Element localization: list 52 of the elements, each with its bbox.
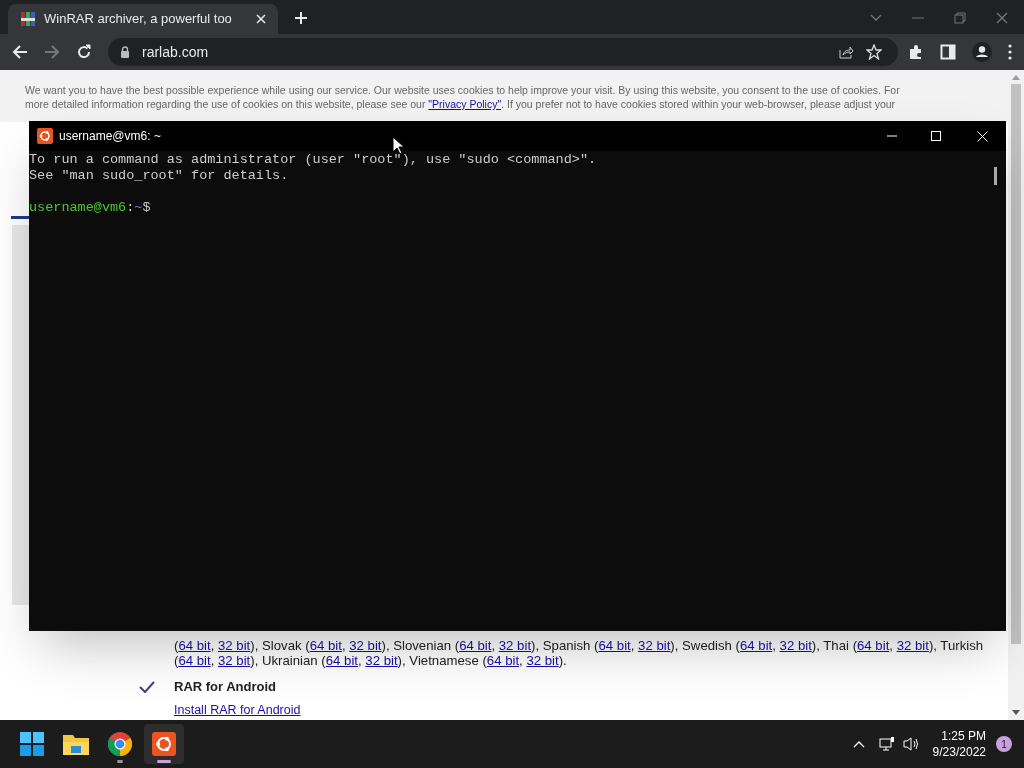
windows-logo-icon (20, 732, 44, 756)
star-icon[interactable] (866, 44, 882, 60)
ubuntu-icon (37, 128, 53, 144)
menu-icon[interactable] (1008, 44, 1012, 60)
terminal-output: See "man sudo_root" for details. (29, 168, 289, 184)
forward-icon[interactable] (44, 44, 60, 60)
download-link[interactable]: 32 bit (498, 638, 532, 653)
network-icon[interactable] (878, 736, 895, 752)
cookie-text: more detailed information regarding the use of cookies on this website, please see our "Privacy Policy". If you prefer not to have cookies stored within your web-browser, please adjust your (25, 97, 896, 111)
profile-icon[interactable] (972, 42, 992, 62)
books-icon (20, 11, 36, 27)
restore-icon[interactable] (954, 12, 966, 24)
install-link[interactable]: Install RAR for Android (174, 700, 301, 720)
cookie-text: We want you to have the best possible experience while using our service. Our website uses cookies to help improve your visit. By using this website, you consent to the use of cookies. For (25, 83, 900, 97)
download-link[interactable]: 32 bit (349, 638, 382, 653)
scroll-down-icon[interactable] (1012, 710, 1020, 716)
speaker-icon[interactable] (902, 736, 921, 752)
notification-badge[interactable]: 1 (996, 736, 1012, 752)
download-link[interactable]: 32 bit (779, 638, 812, 653)
download-link[interactable]: 64 bit (598, 638, 631, 653)
ubuntu-icon (152, 732, 176, 756)
reload-icon[interactable] (76, 44, 92, 60)
section-title: RAR for Android (174, 678, 277, 696)
terminal-output: To run a command as administrator (user "root"), use "sudo <command>". (29, 152, 597, 168)
download-link[interactable]: 32 bit (365, 653, 398, 668)
window-title: username@vm6: ~ (59, 128, 161, 145)
terminal-prompt: username@vm6:~$ (29, 200, 151, 216)
scroll-thumb[interactable] (994, 167, 997, 185)
download-link[interactable]: 64 bit (178, 638, 211, 653)
side-panel-icon[interactable] (940, 44, 956, 60)
download-link[interactable]: 32 bit (896, 638, 929, 653)
language-list-text: (64 bit, 32 bit), Slovak (64 bit, 32 bit), Slovenian (64 bit, 32 bit), Spanish (64 bit, 32 bit), Swedish (64 bit, 32 bit), Thai (64 bit, 32 bit), Turkish (174, 638, 984, 653)
taskbar-app[interactable] (144, 724, 184, 764)
clock[interactable]: 1:25 PM 9/23/2022 (932, 728, 986, 760)
scrollbar[interactable] (1008, 70, 1024, 720)
chrome-icon (108, 732, 132, 756)
browser-tab[interactable]: WinRAR archiver, a powerful too (8, 4, 278, 34)
share-icon[interactable] (838, 44, 854, 60)
plus-icon[interactable] (294, 11, 308, 25)
chevron-down-icon[interactable] (870, 14, 882, 22)
puzzle-icon[interactable] (908, 44, 924, 60)
download-link[interactable]: 32 bit (526, 653, 559, 668)
download-link[interactable]: 64 bit (325, 653, 358, 668)
folder-icon (63, 733, 89, 755)
back-icon[interactable] (12, 44, 28, 60)
language-list-text: (64 bit, 32 bit), Ukrainian (64 bit, 32 bit), Vietnamese (64 bit, 32 bit). (174, 653, 567, 668)
address-bar[interactable]: rarlab.com (108, 38, 898, 66)
maximize-icon[interactable] (931, 131, 941, 141)
download-link[interactable]: 64 bit (178, 653, 211, 668)
chevron-up-icon[interactable] (852, 740, 865, 748)
download-link[interactable]: 64 bit (309, 638, 342, 653)
lock-icon (120, 46, 130, 58)
